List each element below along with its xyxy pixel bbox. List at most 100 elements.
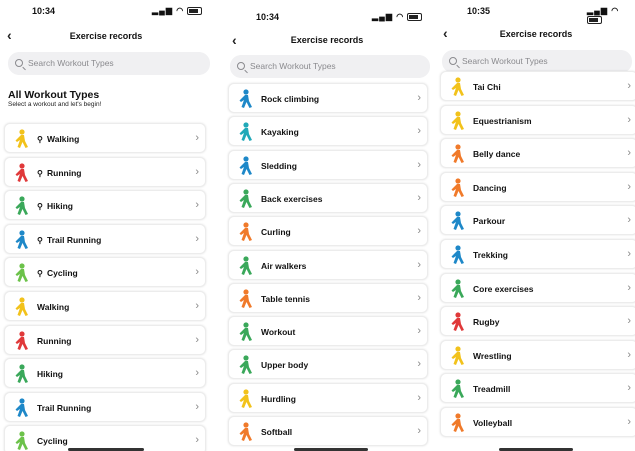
list-item-text: Cycling [47,268,78,279]
curling-icon [234,221,256,243]
search-input[interactable]: Search Workout Types [8,52,210,75]
screen-1: 10:34 ▂▄▆ ◠ ‹ Exercise records Search Wo… [0,0,212,451]
list-item-text: Walking [47,134,80,144]
list-item[interactable]: Workout › [228,316,428,347]
list-item[interactable]: Treadmill › [440,373,635,404]
list-item[interactable]: Rugby › [440,306,635,337]
list-item[interactable]: Dancing › [440,171,635,202]
search-placeholder: Search Workout Types [250,61,336,71]
list-item-label: Rock climbing [261,94,319,104]
list-item-text: Rock climbing [261,94,320,104]
chevron-right-icon: › [627,214,631,227]
list-item-label: Equestrianism [473,116,532,126]
hiking-icon [10,195,32,217]
list-item[interactable]: Trekking › [440,239,635,269]
air-walkers-icon [234,255,256,277]
battery-icon [407,12,423,21]
search-input[interactable]: Search Workout Types [442,50,632,73]
search-icon [15,59,23,67]
search-input[interactable]: Search Workout Types [230,55,430,78]
running-icon [10,330,32,352]
rugby-icon [446,311,468,333]
search-placeholder: Search Workout Types [28,58,114,68]
list-item[interactable]: Belly dance › [440,138,635,169]
list-item-label: Belly dance [473,149,520,159]
table-tennis-icon [234,288,256,310]
list-item[interactable]: Softball › [228,416,428,446]
cycling-icon [10,262,32,284]
list-item[interactable]: Wrestling › [440,339,635,370]
list-item[interactable]: Hiking › [4,358,206,389]
list-item[interactable]: ⚲ Trail Running › [4,223,206,254]
list-item-label: Air walkers [261,261,306,271]
chevron-right-icon: › [627,348,631,361]
list-item-label: Back exercises [261,194,322,204]
chevron-right-icon: › [195,367,199,380]
list-item[interactable]: Parkour › [440,205,635,236]
list-item-text: Air walkers [261,260,307,271]
list-item[interactable]: Core exercises › [440,272,635,303]
list-item[interactable]: Tai Chi › [440,71,635,101]
location-pin-icon: ⚲ [37,135,43,144]
list-item[interactable]: Table tennis › [228,282,428,313]
chevron-right-icon: › [195,232,199,245]
list-item[interactable]: Upper body › [228,349,428,380]
chevron-right-icon: › [417,125,421,138]
trekking-icon [446,244,468,266]
list-item-text: Running [47,167,82,178]
list-item-text: Kayaking [261,127,299,138]
hurdling-icon [234,388,256,410]
chevron-right-icon: › [417,291,421,304]
list-item[interactable]: Trail Running › [4,391,206,422]
list-item-text: Belly dance [473,149,521,160]
list-item-label: Parkour [473,216,505,226]
list-item-text: Softball [261,427,293,437]
list-item[interactable]: ⚲ Cycling › [4,257,206,288]
list-item[interactable]: Back exercises › [228,182,428,213]
chevron-right-icon: › [417,225,421,238]
list-item-text: Trail Running [37,402,92,413]
list-item[interactable]: ⚲ Hiking › [4,190,206,221]
list-item-label: Hurdling [261,394,296,404]
list-item[interactable]: Walking › [4,291,206,321]
list-item[interactable]: Volleyball › [440,407,635,437]
list-item-label: Rugby [473,317,499,327]
list-item-text: Upper body [261,360,309,371]
search-icon [449,57,457,65]
list-item[interactable]: ⚲ Running › [4,156,206,187]
list-item-label: Trail Running [37,403,91,413]
page-title: Exercise records [290,35,364,45]
tai-chi-icon [446,76,468,98]
chevron-right-icon: › [195,132,199,144]
location-pin-icon: ⚲ [37,202,43,212]
list-item[interactable]: Curling › [228,216,428,247]
hiking-icon [10,363,32,385]
list-item-text: Parkour [473,216,506,227]
chevron-right-icon: › [195,300,199,312]
status-bar: 10:35 ▂▄▆ ◠ [437,6,635,24]
list-item-text: Workout [261,327,296,338]
treadmill-icon [446,378,468,400]
walking-icon [10,128,32,150]
list-item[interactable]: Sledding › [228,149,428,180]
chevron-right-icon: › [195,165,199,178]
list-item-text: Trekking [473,250,508,260]
list-item-label: Tai Chi [473,82,501,92]
location-pin-icon: ⚲ [37,269,43,279]
list-item-label: Walking [37,302,69,312]
list-item[interactable]: Rock climbing › [228,83,428,113]
list-item[interactable]: Air walkers › [228,249,428,280]
location-pin-icon: ⚲ [37,235,43,245]
search-placeholder: Search Workout Types [462,56,548,66]
list-item[interactable]: Running › [4,324,206,355]
list-item[interactable]: ⚲ Walking › [4,123,206,153]
list-item[interactable]: Kayaking › [228,116,428,147]
list-item-label: Kayaking [261,127,299,137]
list-item[interactable]: Hurdling › [228,382,428,413]
page-title: Exercise records [499,29,573,39]
signal-wifi-battery-icon: ▂▄▆ ◠ [152,6,203,15]
sledding-icon [234,155,256,177]
list-item[interactable]: Equestrianism › [440,104,635,135]
status-time: 10:34 [256,12,280,22]
status-bar: 10:34 ▂▄▆ ◠ [0,6,212,22]
